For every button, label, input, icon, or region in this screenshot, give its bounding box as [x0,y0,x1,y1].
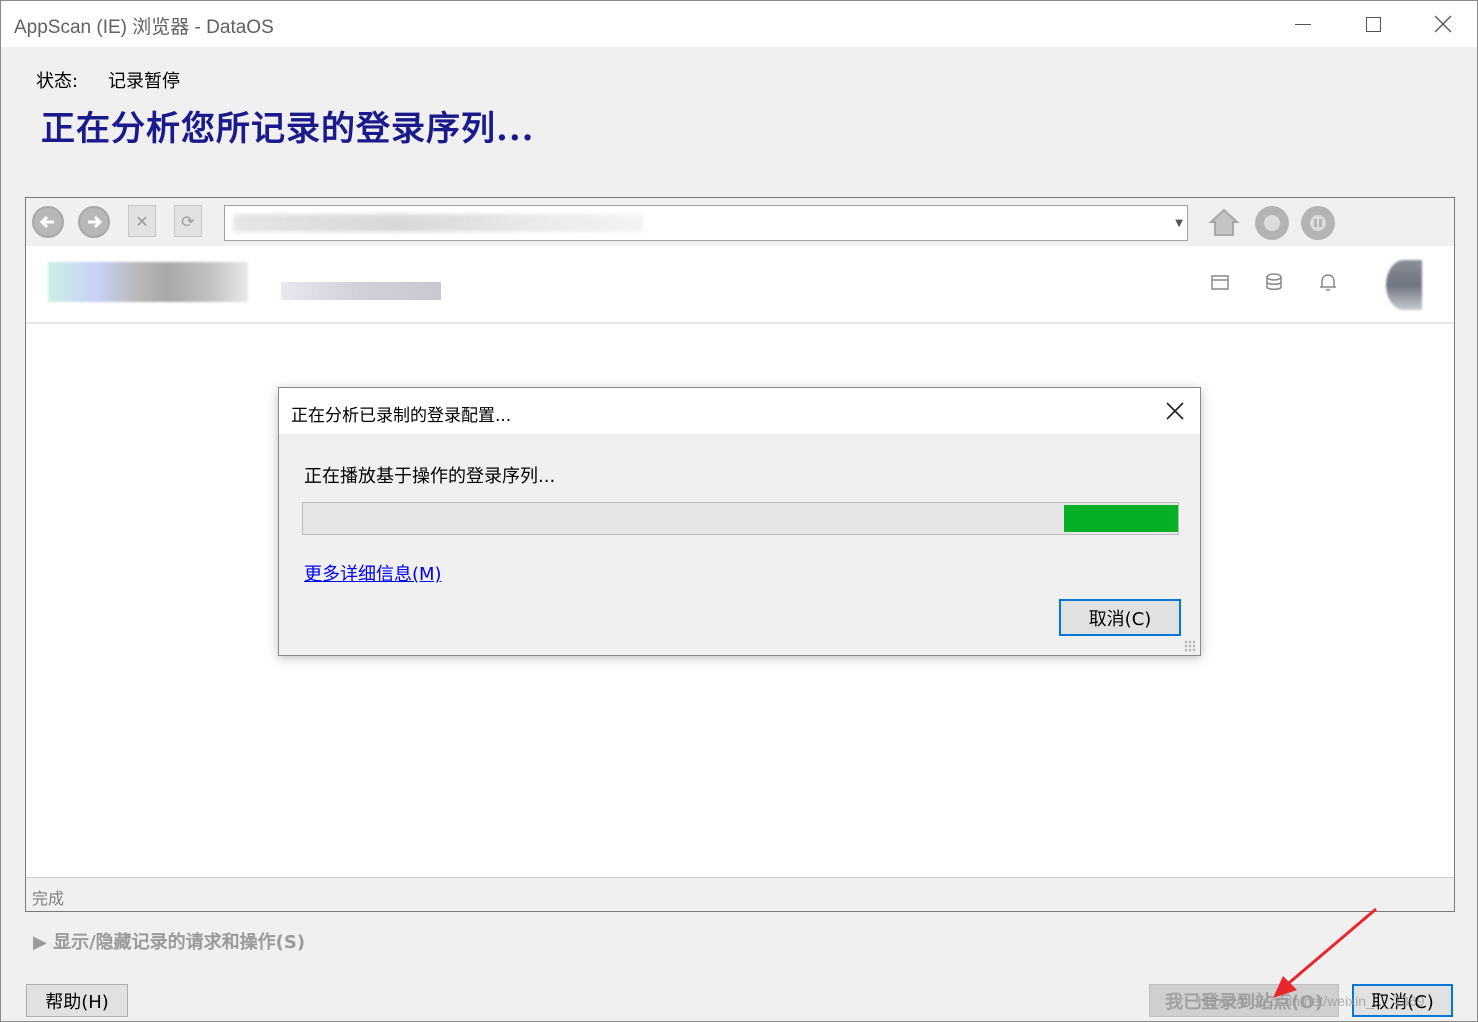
back-button[interactable] [32,206,64,238]
arrow-right-circle-icon [88,215,103,229]
refresh-icon: ⟳ [181,211,195,231]
dialog-cancel-button[interactable]: 取消(C) [1059,599,1181,636]
close-icon [1434,15,1452,33]
title-bar: AppScan (IE) 浏览器 - DataOS [1,1,1477,47]
record-button[interactable] [1255,206,1289,240]
progress-bar [302,502,1179,535]
address-url-redacted [233,214,643,232]
stop-x-icon: ✕ [135,211,149,231]
close-icon [1166,402,1184,420]
more-details-link[interactable]: 更多详细信息(M) [304,560,442,586]
site-header [26,246,1454,324]
browser-status-bar: 完成 [26,877,1454,911]
window-title: AppScan (IE) 浏览器 - DataOS [14,17,274,38]
toggle-recorded-requests[interactable]: ▶ 显示/隐藏记录的请求和操作(S) [33,928,305,954]
minimize-icon [1295,23,1311,25]
home-icon [1208,208,1240,236]
pause-icon [1310,215,1326,231]
stop-button[interactable]: ✕ [128,205,156,237]
record-icon [1264,215,1280,231]
analysis-dialog: 正在分析已录制的登录配置... 正在播放基于操作的登录序列... 更多详细信息(… [278,387,1201,656]
annotation-arrow [1273,907,1377,998]
dialog-close-button[interactable] [1160,396,1190,426]
dialog-title-bar: 正在分析已录制的登录配置... [279,388,1200,434]
dialog-title: 正在分析已录制的登录配置... [291,406,512,426]
database-icon[interactable] [1262,270,1286,294]
status-label: 状态: [36,71,79,92]
address-bar[interactable]: ▼ [224,205,1188,241]
maximize-button[interactable] [1343,1,1403,47]
dialog-message: 正在播放基于操作的登录序列... [304,466,556,487]
calendar-icon[interactable] [1208,270,1232,294]
home-button[interactable] [1206,204,1242,240]
help-button[interactable]: 帮助(H) [26,984,128,1017]
resize-grip-icon[interactable] [1184,640,1196,652]
appscan-browser-window: AppScan (IE) 浏览器 - DataOS 状态: 记录暂停 正在分析您… [0,0,1478,1022]
browser-status-text: 完成 [32,889,65,908]
site-logo-redacted [48,262,248,302]
minimize-button[interactable] [1273,1,1333,47]
bell-icon[interactable] [1316,270,1340,294]
status-value: 记录暂停 [108,71,180,92]
forward-button[interactable] [78,206,110,238]
pause-button[interactable] [1301,206,1335,240]
arrow-left-circle-icon [39,215,54,229]
avatar[interactable] [1386,260,1422,310]
page-heading: 正在分析您所记录的登录序列... [41,109,535,149]
browser-toolbar: ✕ ⟳ ▼ [26,198,1454,246]
maximize-icon [1365,16,1381,32]
close-window-button[interactable] [1413,1,1473,47]
refresh-button[interactable]: ⟳ [174,205,202,237]
progress-fill [1064,505,1178,532]
site-name-redacted [281,282,441,300]
chevron-down-icon[interactable]: ▼ [1175,218,1183,229]
